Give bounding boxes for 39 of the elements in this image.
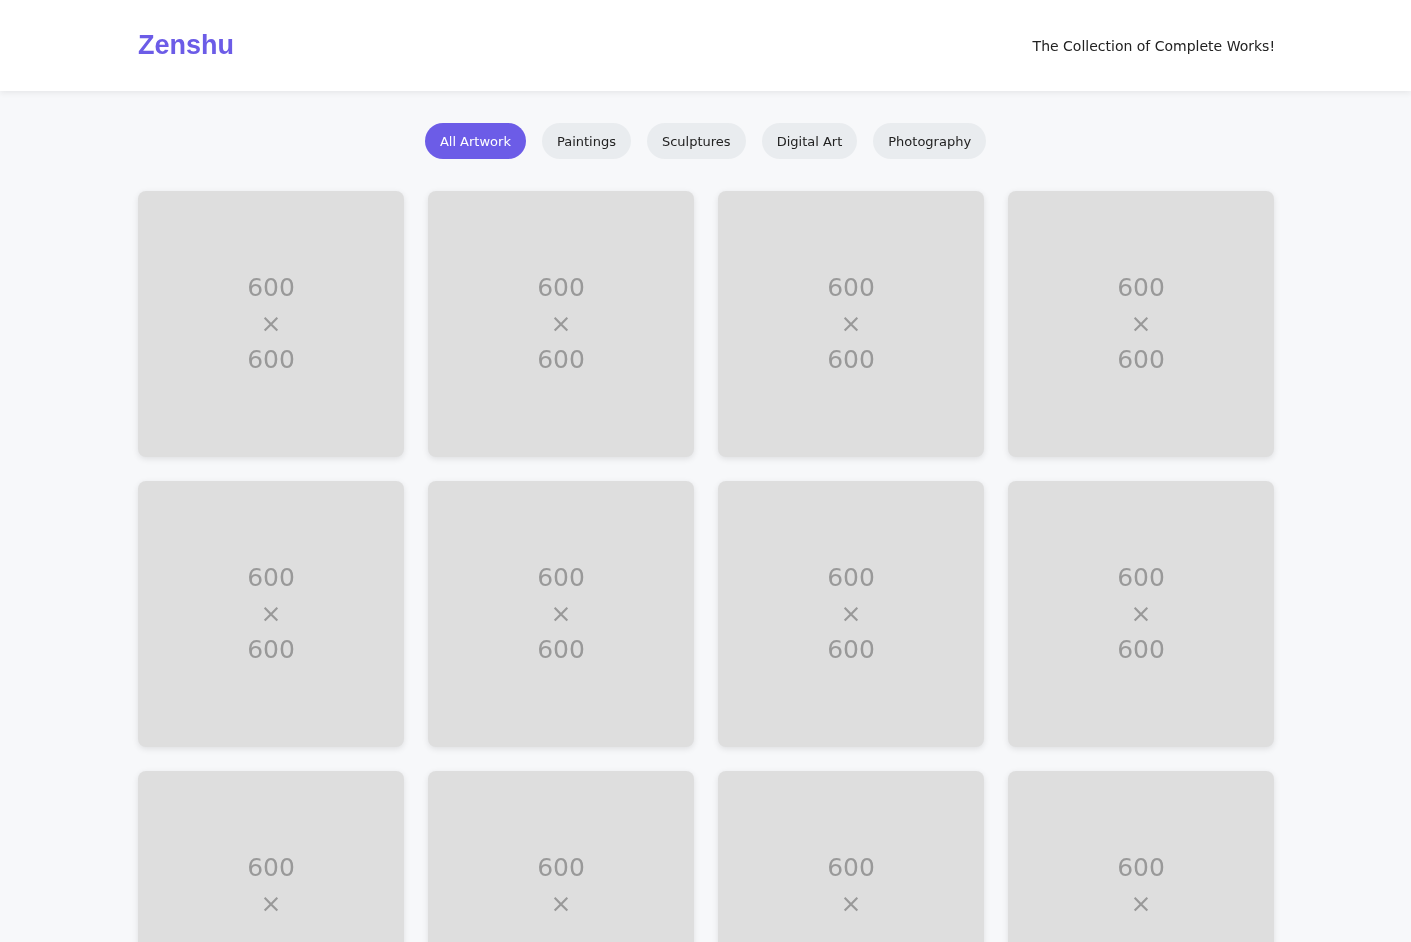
filter-tab[interactable]: Photography [873, 123, 987, 159]
placeholder-text: × [840, 888, 862, 920]
placeholder-text: 600 [827, 272, 875, 304]
placeholder-text: 600 [247, 272, 295, 304]
placeholder-text: 600 [827, 562, 875, 594]
placeholder-text: 600 [537, 272, 585, 304]
placeholder-text: 600 [827, 634, 875, 666]
placeholder-text: 600 [537, 634, 585, 666]
placeholder-text: 600 [1117, 562, 1165, 594]
placeholder-text: 600 [247, 562, 295, 594]
placeholder-text: × [1130, 308, 1152, 340]
placeholder-text: 600 [1117, 852, 1165, 884]
placeholder-text: 600 [827, 852, 875, 884]
tagline: The Collection of Complete Works! [1032, 37, 1275, 54]
placeholder-text: × [260, 598, 282, 630]
placeholder-text: × [260, 888, 282, 920]
placeholder-text: × [550, 308, 572, 340]
filter-tab[interactable]: Paintings [541, 123, 631, 159]
placeholder-text: × [550, 598, 572, 630]
filter-tab[interactable]: Sculptures [646, 123, 746, 159]
filter-tab[interactable]: All Artwork [424, 123, 526, 159]
placeholder-text: × [550, 888, 572, 920]
placeholder-text: 600 [1117, 344, 1165, 376]
filter-tab[interactable]: Digital Art [761, 123, 858, 159]
placeholder-text: 600 [1117, 634, 1165, 666]
placeholder-text: 600 [537, 344, 585, 376]
placeholder-text: × [840, 598, 862, 630]
placeholder-text: 600 [537, 562, 585, 594]
placeholder-text: × [260, 308, 282, 340]
placeholder-text: 600 [247, 852, 295, 884]
placeholder-text: 600 [247, 634, 295, 666]
placeholder-text: 600 [537, 852, 585, 884]
placeholder-text: 600 [827, 344, 875, 376]
logo[interactable]: Zenshu [138, 30, 234, 61]
placeholder-text: × [1130, 888, 1152, 920]
placeholder-text: 600 [1117, 272, 1165, 304]
placeholder-text: 600 [247, 344, 295, 376]
placeholder-text: × [1130, 598, 1152, 630]
placeholder-text: × [840, 308, 862, 340]
